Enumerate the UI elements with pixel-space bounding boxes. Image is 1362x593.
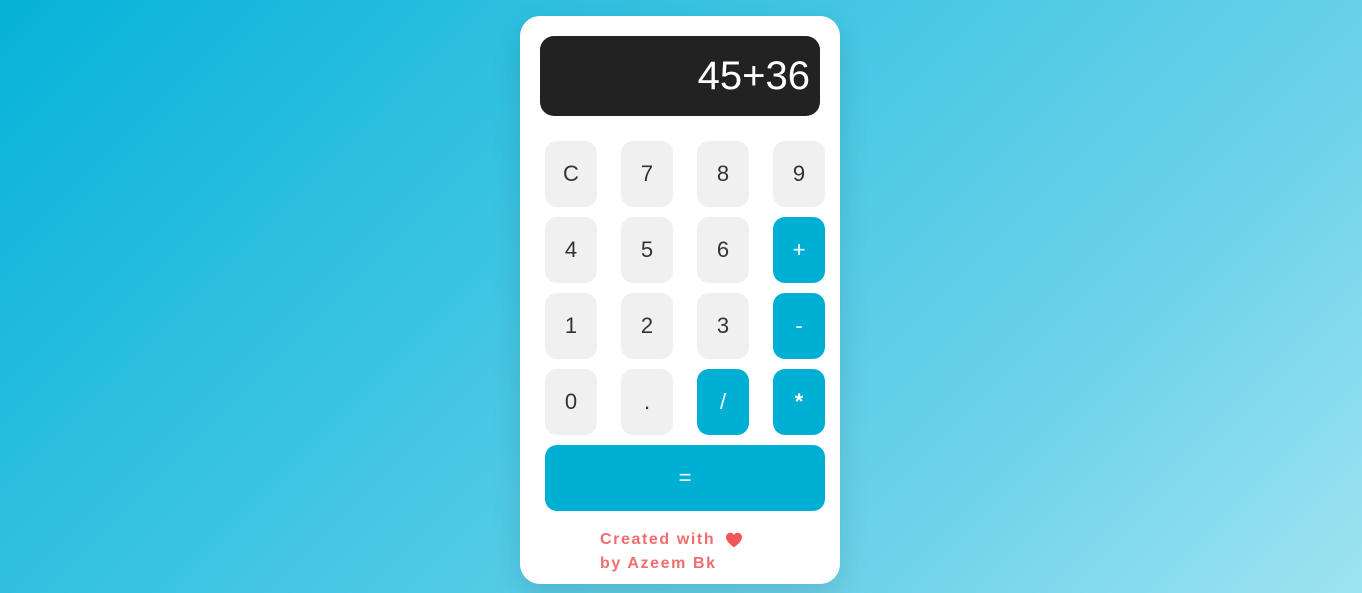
digit-1-button[interactable]: 1: [545, 293, 597, 359]
digit-5-button[interactable]: 5: [621, 217, 673, 283]
heart-icon: [725, 532, 743, 548]
equals-button[interactable]: =: [545, 445, 825, 511]
credit-text: Created with by Azeem Bk: [600, 528, 743, 576]
divide-button[interactable]: /: [697, 369, 749, 435]
digit-7-button[interactable]: 7: [621, 141, 673, 207]
add-button[interactable]: +: [773, 217, 825, 283]
calculator-display: 45+36: [540, 36, 820, 116]
digit-6-button[interactable]: 6: [697, 217, 749, 283]
keypad: C 7 8 9 4 5 6 + 1 2 3 - 0 . / *: [545, 141, 825, 435]
clear-button[interactable]: C: [545, 141, 597, 207]
digit-2-button[interactable]: 2: [621, 293, 673, 359]
decimal-button[interactable]: .: [621, 369, 673, 435]
subtract-button[interactable]: -: [773, 293, 825, 359]
digit-4-button[interactable]: 4: [545, 217, 597, 283]
digit-8-button[interactable]: 8: [697, 141, 749, 207]
digit-0-button[interactable]: 0: [545, 369, 597, 435]
digit-3-button[interactable]: 3: [697, 293, 749, 359]
credit-created-with: Created with: [600, 531, 716, 548]
digit-9-button[interactable]: 9: [773, 141, 825, 207]
credit-line-1: Created with: [600, 528, 743, 552]
multiply-button[interactable]: *: [773, 369, 825, 435]
credit-line-2: by Azeem Bk: [600, 555, 717, 572]
calculator-card: 45+36 C 7 8 9 4 5 6 + 1 2 3 - 0 . / * = …: [520, 16, 840, 584]
